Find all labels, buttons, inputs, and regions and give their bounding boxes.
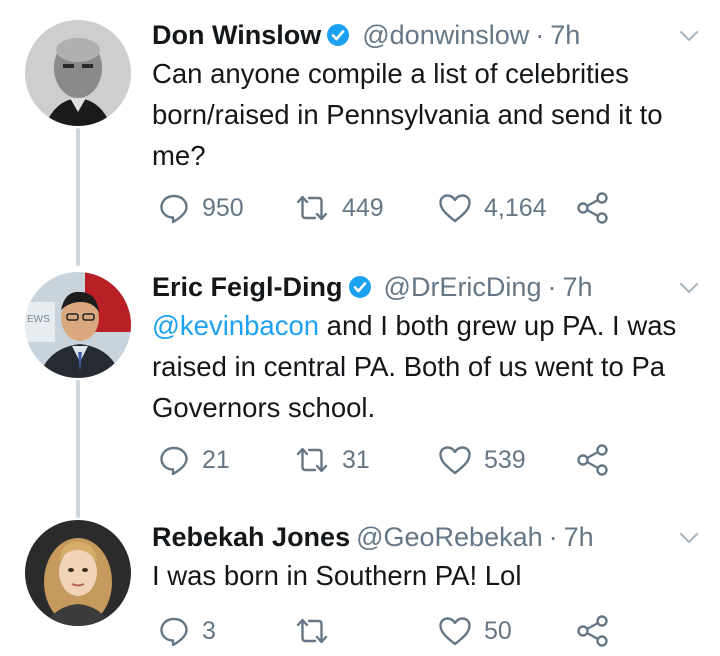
heart-icon	[439, 446, 471, 475]
display-name[interactable]: Rebekah Jones	[152, 522, 350, 553]
like-button[interactable]: 539	[438, 440, 526, 480]
avatar-background-text: EWS	[27, 314, 50, 325]
reply-button[interactable]: 21	[158, 440, 230, 480]
retweet-count: 31	[342, 445, 370, 474]
separator: ·	[548, 521, 558, 552]
like-count: 50	[484, 616, 512, 645]
tweet[interactable]: EWS Eric Feigl-Ding @DrEricDing · 7h @ke…	[0, 267, 720, 497]
tweet-header: Rebekah Jones @GeoRebekah · 7h	[152, 517, 700, 557]
tweet-text: @kevinbacon and I both grew up PA. I was…	[152, 305, 692, 428]
heart-icon	[439, 617, 471, 646]
verified-badge-icon	[348, 275, 372, 299]
reply-button[interactable]: 950	[158, 188, 244, 228]
retweet-button[interactable]: 31	[294, 440, 370, 480]
reply-button[interactable]: 3	[158, 611, 216, 651]
retweet-icon	[296, 618, 328, 644]
tweet-actions: 3 50	[152, 611, 700, 651]
verified-badge-icon	[326, 23, 350, 47]
separator: ·	[547, 271, 557, 302]
share-icon	[577, 615, 608, 647]
chevron-down-icon[interactable]	[674, 21, 704, 51]
share-button[interactable]	[576, 188, 622, 228]
display-name[interactable]: Don Winslow	[152, 20, 321, 51]
display-name[interactable]: Eric Feigl-Ding	[152, 272, 343, 303]
like-count: 4,164	[484, 193, 547, 222]
like-count: 539	[484, 445, 526, 474]
tweet[interactable]: Rebekah Jones @GeoRebekah · 7h I was bor…	[0, 517, 720, 656]
avatar[interactable]	[25, 20, 131, 126]
heart-icon	[439, 194, 471, 223]
tweet-actions: 21 31 539	[152, 440, 700, 480]
share-button[interactable]	[576, 611, 622, 651]
share-button[interactable]	[576, 440, 622, 480]
handle[interactable]: @donwinslow	[362, 20, 529, 51]
retweet-icon	[296, 195, 328, 221]
tweet-header: Eric Feigl-Ding @DrEricDing · 7h	[152, 267, 700, 307]
timestamp[interactable]: 7h	[550, 20, 580, 51]
reply-count: 21	[202, 445, 230, 474]
tweet-text: I was born in Southern PA! Lol	[152, 560, 522, 591]
avatar[interactable]	[25, 520, 131, 626]
reply-icon	[160, 446, 188, 476]
reply-icon	[160, 194, 188, 224]
chevron-down-icon[interactable]	[674, 273, 704, 303]
like-button[interactable]: 50	[438, 611, 512, 651]
tweet-header: Don Winslow @donwinslow · 7h	[152, 15, 700, 55]
share-icon	[577, 444, 608, 476]
retweet-button[interactable]	[294, 611, 342, 651]
retweet-icon	[296, 447, 328, 473]
reply-icon	[160, 617, 188, 647]
retweet-count: 449	[342, 193, 384, 222]
handle[interactable]: @GeoRebekah	[356, 522, 543, 553]
handle[interactable]: @DrEricDing	[384, 272, 542, 303]
tweet-actions: 950 449 4,164	[152, 188, 700, 228]
timestamp[interactable]: 7h	[562, 272, 592, 303]
tweet[interactable]: Don Winslow @donwinslow · 7h Can anyone …	[0, 15, 720, 245]
reply-count: 3	[202, 616, 216, 645]
like-button[interactable]: 4,164	[438, 188, 547, 228]
chevron-down-icon[interactable]	[674, 523, 704, 553]
reply-count: 950	[202, 193, 244, 222]
retweet-button[interactable]: 449	[294, 188, 384, 228]
separator: ·	[535, 19, 545, 50]
tweet-text: Can anyone compile a list of celebrities…	[152, 58, 663, 171]
share-icon	[577, 192, 608, 224]
avatar[interactable]: EWS	[25, 272, 131, 378]
mention-link[interactable]: @kevinbacon	[152, 310, 319, 341]
timestamp[interactable]: 7h	[564, 522, 594, 553]
